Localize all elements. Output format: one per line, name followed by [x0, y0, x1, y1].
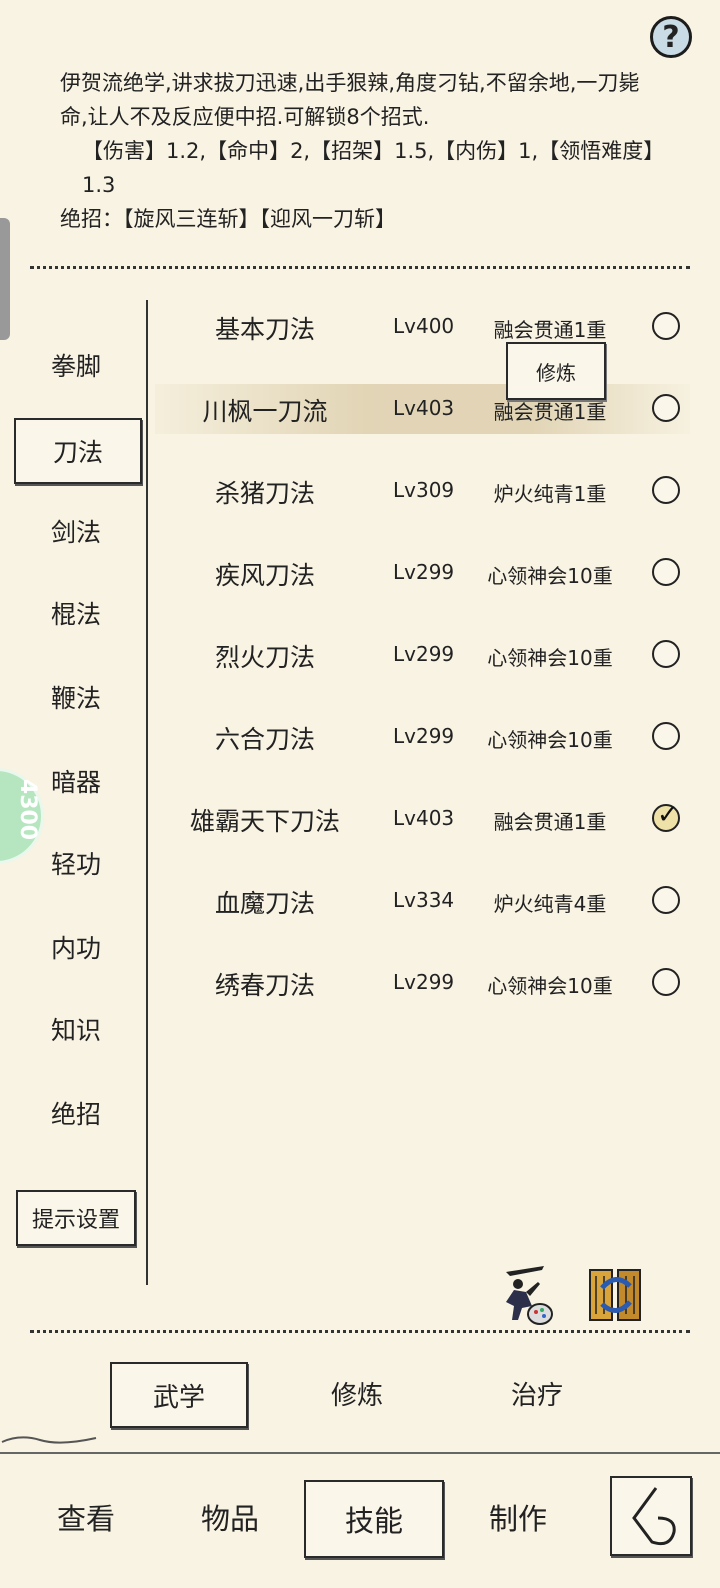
skill-rank: 融会贯通1重: [493, 400, 607, 424]
skill-radio[interactable]: [652, 886, 680, 914]
category-inner-power[interactable]: 内功: [14, 916, 138, 978]
skill-row[interactable]: 六合刀法 Lv299 心领神会10重: [155, 712, 690, 762]
nav-items[interactable]: 物品: [162, 1480, 298, 1554]
skill-rank: 心领神会10重: [487, 646, 613, 670]
brush-stroke-decoration: [1, 1436, 97, 1444]
skill-rank: 心领神会10重: [487, 728, 613, 752]
skill-level: Lv299: [393, 560, 455, 584]
skill-rank: 炉火纯青4重: [493, 892, 607, 916]
skill-level: Lv299: [393, 642, 455, 666]
divider-bottom: [30, 1330, 690, 1333]
skill-description: 伊贺流绝学,讲求拔刀迅速,出手狠辣,角度刁钻,不留余地,一刀毙命,让人不及反应便…: [60, 66, 660, 236]
skill-level: Lv403: [393, 806, 455, 830]
skill-row[interactable]: 疾风刀法 Lv299 心领神会10重: [155, 548, 690, 598]
skill-name: 川枫一刀流: [202, 397, 328, 426]
skill-rank: 心领神会10重: [487, 564, 613, 588]
tab-training[interactable]: 修炼: [290, 1362, 424, 1424]
skill-level: Lv403: [393, 396, 455, 420]
skill-row[interactable]: 基本刀法 Lv400 融会贯通1重: [155, 302, 690, 352]
category-ultimate[interactable]: 绝招: [14, 1082, 138, 1144]
skill-row[interactable]: 血魔刀法 Lv334 炉火纯青4重: [155, 876, 690, 926]
category-knowledge[interactable]: 知识: [14, 998, 138, 1060]
skill-radio[interactable]: [652, 968, 680, 996]
skill-row[interactable]: 杀猪刀法 Lv309 炉火纯青1重: [155, 466, 690, 516]
skill-rank: 融会贯通1重: [493, 318, 607, 342]
skill-name: 疾风刀法: [214, 561, 315, 590]
skill-rank: 心领神会10重: [487, 974, 613, 998]
tab-martial[interactable]: 武学: [110, 1362, 248, 1428]
sidebar-divider: [146, 300, 148, 1285]
skill-row[interactable]: 雄霸天下刀法 Lv403 融会贯通1重 ✓: [155, 794, 690, 844]
skill-name: 六合刀法: [214, 725, 315, 754]
nav-skills[interactable]: 技能: [304, 1480, 444, 1558]
skill-level: Lv299: [393, 970, 455, 994]
divider-top: [30, 266, 690, 269]
tab-healing[interactable]: 治疗: [470, 1362, 604, 1424]
side-handle[interactable]: [0, 218, 10, 340]
description-stats: 【伤害】1.2,【命中】2,【招架】1.5,【内伤】1,【领悟难度】1.3: [82, 139, 654, 197]
skill-row-selected[interactable]: 川枫一刀流 Lv403 融会贯通1重: [155, 384, 690, 434]
scroll-swap-icon[interactable]: [584, 1262, 650, 1328]
skill-radio[interactable]: [652, 640, 680, 668]
skill-radio[interactable]: [652, 558, 680, 586]
skill-name: 雄霸天下刀法: [189, 807, 340, 836]
skill-row[interactable]: 绣春刀法 Lv299 心领神会10重: [155, 958, 690, 1008]
skill-name: 基本刀法: [214, 315, 315, 344]
skill-radio[interactable]: [652, 394, 680, 422]
skill-name: 绣春刀法: [214, 971, 315, 1000]
hint-settings-button[interactable]: 提示设置: [16, 1190, 136, 1246]
nav-divider: [0, 1452, 720, 1454]
train-popup-button[interactable]: 修炼: [506, 342, 606, 400]
category-fist[interactable]: 拳脚: [14, 334, 138, 396]
skill-level: Lv309: [393, 478, 455, 502]
skill-name: 血魔刀法: [214, 889, 315, 918]
skill-rank: 炉火纯青1重: [493, 482, 607, 506]
skill-radio[interactable]: [652, 312, 680, 340]
nav-crafting[interactable]: 制作: [450, 1480, 586, 1554]
back-button[interactable]: [610, 1476, 692, 1556]
help-button[interactable]: ?: [650, 16, 692, 58]
nav-view[interactable]: 查看: [18, 1480, 154, 1554]
skill-radio[interactable]: [652, 476, 680, 504]
skill-radio[interactable]: [652, 722, 680, 750]
skill-radio-checked[interactable]: ✓: [652, 800, 680, 832]
skill-name: 烈火刀法: [214, 643, 315, 672]
description-ultimate: 绝招：【旋风三连斩】【迎风一刀斩】: [60, 207, 396, 231]
skill-row[interactable]: 烈火刀法 Lv299 心领神会10重: [155, 630, 690, 680]
skill-level: Lv299: [393, 724, 455, 748]
skill-level: Lv400: [393, 314, 455, 338]
category-sword[interactable]: 剑法: [14, 500, 138, 562]
category-staff[interactable]: 棍法: [14, 582, 138, 644]
category-whip[interactable]: 鞭法: [14, 666, 138, 728]
back-arrow-icon: [632, 1487, 676, 1546]
description-text: 伊贺流绝学,讲求拔刀迅速,出手狠辣,角度刁钻,不留余地,一刀毙命,让人不及反应便…: [60, 71, 640, 129]
category-blade[interactable]: 刀法: [14, 418, 142, 484]
skill-rank: 融会贯通1重: [493, 810, 607, 834]
skill-name: 杀猪刀法: [214, 479, 315, 508]
skill-level: Lv334: [393, 888, 455, 912]
martial-artist-icon[interactable]: [492, 1262, 558, 1328]
checkmark-icon: ✓: [657, 800, 679, 830]
